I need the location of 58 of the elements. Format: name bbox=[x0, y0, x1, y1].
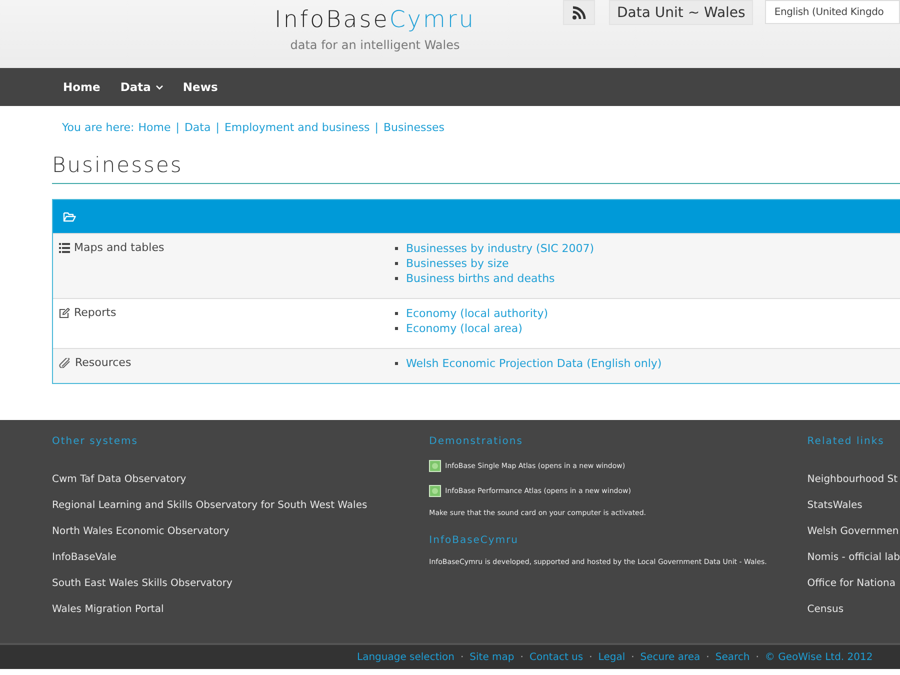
bullet-icon bbox=[395, 247, 398, 250]
footer-link[interactable]: Welsh Governmen bbox=[807, 519, 900, 545]
bullet-icon bbox=[395, 262, 398, 265]
footer-link[interactable]: Regional Learning and Skills Observatory for South West Wales bbox=[52, 493, 430, 519]
link-separator: · bbox=[631, 652, 634, 662]
page-title: Businesses bbox=[52, 153, 900, 184]
link-separator: · bbox=[520, 652, 524, 662]
paperclip-icon bbox=[59, 358, 71, 368]
footer-heading: Demonstrations bbox=[429, 436, 524, 447]
nav-link[interactable]: Home bbox=[63, 80, 100, 94]
bottom-link[interactable]: Legal bbox=[598, 652, 626, 662]
bullet-icon bbox=[395, 277, 398, 280]
tagline: data for an intelligent Wales bbox=[290, 38, 460, 52]
row-label: Resources bbox=[75, 356, 132, 369]
footer-link[interactable]: Cwm Taf Data Observatory bbox=[52, 467, 430, 493]
list-icon bbox=[59, 242, 70, 252]
bullet-icon bbox=[395, 327, 398, 330]
nav-link[interactable]: News bbox=[182, 80, 218, 94]
footer-heading: InfoBaseCymru bbox=[429, 535, 520, 546]
edit-icon bbox=[59, 308, 70, 318]
org-button[interactable]: Data Unit ~ Wales bbox=[609, 0, 754, 25]
footer-heading: Related links bbox=[807, 436, 886, 447]
bottom-link[interactable]: © GeoWise Ltd. 2012 bbox=[764, 652, 873, 662]
footer-link[interactable]: South East Wales Skills Observatory bbox=[52, 571, 430, 597]
bullet-icon bbox=[395, 312, 398, 315]
breadcrumb-separator: | bbox=[216, 121, 220, 134]
atlas-icon bbox=[429, 485, 442, 497]
atlas-icon bbox=[429, 460, 442, 472]
footer-link[interactable]: Nomis - official lab bbox=[807, 545, 900, 571]
link-separator: · bbox=[589, 652, 592, 662]
footer-link[interactable]: Census bbox=[807, 597, 900, 623]
footer-link[interactable]: InfoBaseVale bbox=[52, 545, 430, 571]
bottom-link[interactable]: Site map bbox=[470, 652, 514, 662]
bullet-icon bbox=[395, 362, 398, 365]
link-separator: · bbox=[756, 652, 759, 662]
footer-link[interactable]: Wales Migration Portal bbox=[52, 597, 430, 623]
breadcrumb-separator: | bbox=[374, 121, 378, 134]
breadcrumb-separator: | bbox=[176, 121, 180, 134]
row-label: Reports bbox=[74, 306, 116, 319]
bottom-link[interactable]: Contact us bbox=[529, 652, 584, 662]
rss-icon bbox=[572, 6, 586, 20]
site-logo[interactable]: InfoBase Cymru bbox=[274, 7, 476, 33]
folder-icon bbox=[63, 212, 76, 222]
link-separator: · bbox=[706, 652, 710, 662]
breadcrumb-label: You are here: bbox=[62, 121, 134, 134]
bottom-link[interactable]: Secure area bbox=[640, 652, 700, 662]
bottom-link[interactable]: Search bbox=[715, 652, 750, 662]
bottom-link[interactable]: Language selection bbox=[357, 652, 454, 662]
language-select[interactable]: English (United Kingdo bbox=[765, 0, 900, 24]
footer-link[interactable]: North Wales Economic Observatory bbox=[52, 519, 430, 545]
footer-link[interactable]: StatsWales bbox=[807, 493, 900, 519]
footer-link[interactable]: Neighbourhood St bbox=[807, 467, 900, 493]
row-label: Maps and tables bbox=[74, 241, 164, 254]
link-separator: · bbox=[460, 652, 464, 662]
rss-button[interactable] bbox=[563, 0, 595, 25]
footer-heading: Other systems bbox=[52, 436, 139, 447]
footer-link[interactable]: Office for Nationa bbox=[807, 571, 900, 597]
nav-link[interactable]: Data bbox=[120, 80, 163, 94]
